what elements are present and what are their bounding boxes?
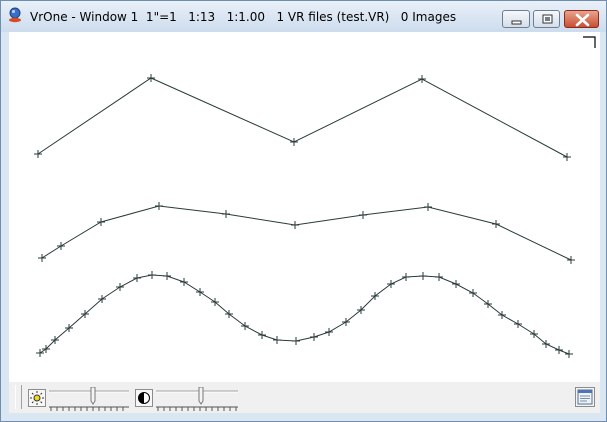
vertex-marker[interactable] <box>273 336 281 344</box>
vertex-marker[interactable] <box>258 331 266 339</box>
contrast-slider-track <box>156 386 238 411</box>
maximize-icon <box>542 14 553 24</box>
brightness-button[interactable] <box>28 389 46 407</box>
vertex-marker[interactable] <box>57 242 65 250</box>
window-title: VrOne - Window 1 1"=1 1:13 1:1.00 1 VR f… <box>30 10 457 24</box>
vertex-marker[interactable] <box>452 280 460 288</box>
toolbar-grip[interactable] <box>15 385 22 409</box>
vertex-marker[interactable] <box>514 320 522 328</box>
brightness-slider[interactable] <box>49 386 129 413</box>
vertex-marker[interactable] <box>402 273 410 281</box>
title-bar[interactable]: VrOne - Window 1 1"=1 1:13 1:1.00 1 VR f… <box>1 1 606 32</box>
window-list-icon <box>577 389 593 405</box>
vertex-marker[interactable] <box>291 221 299 229</box>
vertex-marker[interactable] <box>310 333 318 341</box>
contrast-icon <box>138 392 150 404</box>
polyline-middle <box>41 205 572 261</box>
contrast-slider[interactable] <box>156 386 238 413</box>
minimize-button[interactable] <box>502 10 530 28</box>
vertex-marker[interactable] <box>563 153 571 161</box>
brightness-slider-track <box>49 386 129 411</box>
contrast-button[interactable] <box>135 389 153 407</box>
vertex-marker[interactable] <box>38 254 46 262</box>
vertex-marker[interactable] <box>222 210 230 218</box>
vertex-marker[interactable] <box>241 322 249 330</box>
vertex-marker[interactable] <box>567 256 575 264</box>
vertex-marker[interactable] <box>36 349 44 357</box>
vertex-marker[interactable] <box>155 202 163 210</box>
vertex-marker[interactable] <box>163 272 171 280</box>
vertex-marker[interactable] <box>419 272 427 280</box>
vrone-window: VrOne - Window 1 1"=1 1:13 1:1.00 1 VR f… <box>0 0 607 422</box>
corner-bracket-icon <box>583 36 596 48</box>
vertex-marker[interactable] <box>424 203 432 211</box>
vertex-marker[interactable] <box>196 288 204 296</box>
polyline-top <box>37 77 568 158</box>
vertex-marker[interactable] <box>325 328 333 336</box>
vertex-marker[interactable] <box>133 274 141 282</box>
vertex-marker[interactable] <box>469 289 477 297</box>
maximize-button[interactable] <box>533 10 560 28</box>
vertex-marker[interactable] <box>148 271 156 279</box>
vertex-marker[interactable] <box>292 337 300 345</box>
vertex-marker[interactable] <box>116 283 124 291</box>
vertex-marker[interactable] <box>34 150 42 158</box>
vrone-app-icon[interactable] <box>7 7 23 23</box>
vertex-marker[interactable] <box>565 350 573 358</box>
close-button[interactable] <box>564 10 599 28</box>
vertex-marker[interactable] <box>492 220 500 228</box>
drawing-canvas[interactable] <box>9 32 600 382</box>
vertex-marker[interactable] <box>359 211 367 219</box>
minimize-icon <box>511 20 522 25</box>
vector-drawing <box>34 36 596 358</box>
vertex-marker[interactable] <box>180 278 188 286</box>
vertex-marker[interactable] <box>435 273 443 281</box>
close-icon <box>575 13 590 27</box>
vertex-marker[interactable] <box>97 218 105 226</box>
bottom-toolbar <box>9 382 600 413</box>
vertex-marker[interactable] <box>555 346 563 354</box>
vertex-marker[interactable] <box>290 138 298 146</box>
vertex-marker[interactable] <box>418 75 426 83</box>
vertex-marker[interactable] <box>387 280 395 288</box>
vertex-marker[interactable] <box>147 74 155 82</box>
sun-icon <box>30 391 44 405</box>
window-list-button[interactable] <box>575 387 595 407</box>
